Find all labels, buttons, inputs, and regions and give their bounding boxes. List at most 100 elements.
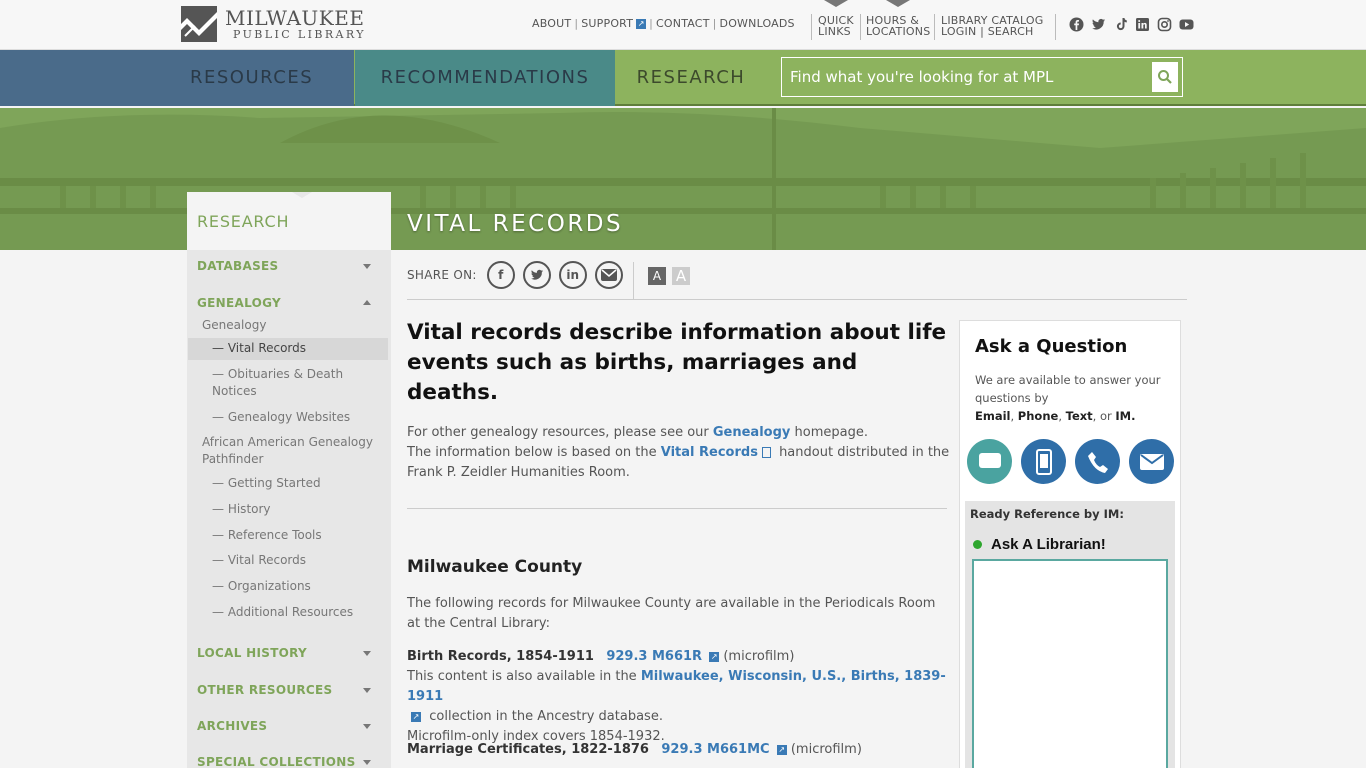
chevron-down-icon[interactable]: [363, 760, 371, 765]
catalog-login-link[interactable]: LOGIN: [941, 25, 976, 38]
sidebar-item-organizations[interactable]: — Organizations: [212, 578, 311, 595]
support-link[interactable]: SUPPORT ↗: [581, 17, 647, 30]
email-icon[interactable]: [1129, 439, 1174, 484]
library-logo[interactable]: MILWAUKEE PUBLIC LIBRARY: [181, 6, 366, 42]
page-title: VITAL RECORDS: [407, 211, 624, 237]
sidebar-item-vital-records-2[interactable]: — Vital Records: [212, 552, 306, 569]
text: The information below is based on the: [407, 445, 661, 460]
twitter-icon[interactable]: [1091, 17, 1106, 32]
catalog-search-link[interactable]: SEARCH: [988, 25, 1034, 38]
font-size-small-button[interactable]: A: [648, 267, 666, 285]
chat-widget-frame[interactable]: [972, 559, 1168, 768]
sidebar-item-label: Obituaries & Death: [227, 367, 344, 381]
sidebar-item-genealogy[interactable]: Genealogy: [202, 317, 266, 334]
about-link[interactable]: ABOUT: [532, 17, 571, 30]
search-button[interactable]: [1152, 62, 1178, 92]
sidebar-item-label: Getting Started: [227, 476, 321, 490]
hours-caret-icon: [886, 0, 910, 7]
social-links: [1069, 17, 1194, 32]
share-twitter-icon[interactable]: [522, 261, 551, 289]
chevron-down-icon[interactable]: [363, 264, 371, 269]
vital-records-pdf-link[interactable]: Vital Records: [661, 445, 758, 460]
downloads-link[interactable]: DOWNLOADS: [720, 17, 795, 30]
mobile-text-icon[interactable]: [1021, 439, 1066, 484]
contact-methods: [967, 439, 1174, 484]
nav-resources[interactable]: RESOURCES: [0, 50, 354, 106]
ask-title: Ask a Question: [975, 336, 1128, 357]
share-facebook-icon[interactable]: f: [486, 261, 515, 289]
sidebar-section-local-history[interactable]: LOCAL HISTORY: [197, 646, 307, 660]
chevron-down-icon[interactable]: [363, 651, 371, 656]
external-link-icon: ↗: [636, 19, 647, 29]
sidebar-item-getting-started[interactable]: — Getting Started: [212, 475, 321, 492]
text: This content is also available in the: [407, 669, 641, 684]
sidebar-item-label: African American Genealogy: [202, 435, 373, 449]
sidebar-item-reference-tools[interactable]: — Reference Tools: [212, 527, 322, 544]
share-linkedin-icon[interactable]: in: [558, 261, 587, 289]
sidebar-item-vital-records[interactable]: — Vital Records: [212, 340, 306, 357]
online-status-icon: [973, 540, 982, 549]
marriage-call-number-link[interactable]: 929.3 M661MC: [661, 742, 769, 757]
external-link-icon: ↗: [411, 711, 421, 722]
divider: [934, 14, 935, 40]
sidebar-item-obituaries[interactable]: — Obituaries & Death Notices: [212, 366, 343, 400]
share-bar: SHARE ON: f in: [407, 261, 631, 289]
chevron-down-icon[interactable]: [363, 688, 371, 693]
text: IM.: [1115, 409, 1136, 423]
ask-a-question-box: Ask a Question We are available to answe…: [959, 320, 1181, 768]
nav-research[interactable]: RESEARCH: [616, 50, 766, 106]
sidebar-heading[interactable]: RESEARCH: [187, 192, 391, 250]
sidebar-item-african-american[interactable]: African American Genealogy Pathfinder: [202, 434, 373, 468]
hours-locations-button[interactable]: HOURS & LOCATIONS: [866, 15, 930, 37]
ready-reference-label: Ready Reference by IM:: [970, 507, 1124, 521]
facebook-icon[interactable]: [1069, 17, 1084, 32]
text: Email: [975, 409, 1011, 423]
support-label: SUPPORT: [581, 17, 634, 30]
sidebar-item-additional-resources[interactable]: — Additional Resources: [212, 604, 353, 621]
search-input[interactable]: [782, 68, 1142, 86]
sidebar-section-other-resources[interactable]: OTHER RESOURCES: [197, 683, 332, 697]
chat-icon[interactable]: [967, 439, 1012, 484]
sidebar-section-genealogy[interactable]: GENEALOGY: [197, 296, 281, 310]
tiktok-icon[interactable]: [1113, 17, 1128, 32]
lead-heading: Vital records describe information about…: [407, 320, 947, 405]
intro-paragraph: For other genealogy resources, please se…: [407, 423, 952, 483]
sidebar-item-history[interactable]: — History: [212, 501, 271, 518]
birth-call-number-link[interactable]: 929.3 M661R: [606, 649, 702, 664]
pdf-icon: [761, 447, 771, 458]
font-size-large-button[interactable]: A: [672, 267, 690, 285]
quick-links-button[interactable]: QUICK LINKS: [818, 15, 854, 37]
sidebar-item-label: Pathfinder: [202, 452, 264, 466]
sidebar-section-archives[interactable]: ARCHIVES: [197, 719, 267, 733]
sidebar-item-genealogy-websites[interactable]: — Genealogy Websites: [212, 409, 350, 426]
quick-links-caret-icon: [824, 0, 848, 7]
sidebar: RESEARCH DATABASES GENEALOGY Genealogy —…: [187, 192, 391, 768]
chevron-up-icon[interactable]: [363, 300, 371, 305]
external-link-icon: ↗: [776, 744, 787, 755]
text: We are available to answer your question…: [975, 373, 1161, 405]
sidebar-item-label: Organizations: [227, 579, 311, 593]
text: , or: [1092, 409, 1116, 423]
genealogy-link[interactable]: Genealogy: [713, 425, 791, 440]
birth-records-entry: Birth Records, 1854-1911 929.3 M661R ↗ (…: [407, 647, 952, 747]
sidebar-section-databases[interactable]: DATABASES: [197, 259, 278, 273]
instagram-icon[interactable]: [1157, 17, 1172, 32]
sidebar-item-label: Vital Records: [227, 341, 307, 355]
section-heading: Milwaukee County: [407, 557, 583, 577]
search-icon: [1158, 70, 1172, 84]
phone-icon[interactable]: [1075, 439, 1120, 484]
youtube-icon[interactable]: [1179, 17, 1194, 32]
external-link-icon: ↗: [709, 651, 720, 662]
county-paragraph: The following records for Milwaukee Coun…: [407, 596, 936, 631]
text: For other genealogy resources, please se…: [407, 425, 713, 440]
contact-link[interactable]: CONTACT: [656, 17, 710, 30]
nav-recommendations[interactable]: RECOMMENDATIONS: [355, 50, 615, 106]
marriage-records-entry: Marriage Certificates, 1822-1876 929.3 M…: [407, 740, 952, 760]
ask-librarian-status: Ask A Librarian!: [973, 536, 1106, 553]
utility-links: ABOUT | SUPPORT ↗ | CONTACT | DOWNLOADS: [532, 17, 795, 30]
chevron-down-icon[interactable]: [363, 724, 371, 729]
text: collection in the Ancestry database.: [425, 709, 663, 724]
share-email-icon[interactable]: [594, 261, 623, 289]
sidebar-section-special-collections[interactable]: SPECIAL COLLECTIONS: [197, 755, 356, 768]
linkedin-icon[interactable]: [1135, 17, 1150, 32]
